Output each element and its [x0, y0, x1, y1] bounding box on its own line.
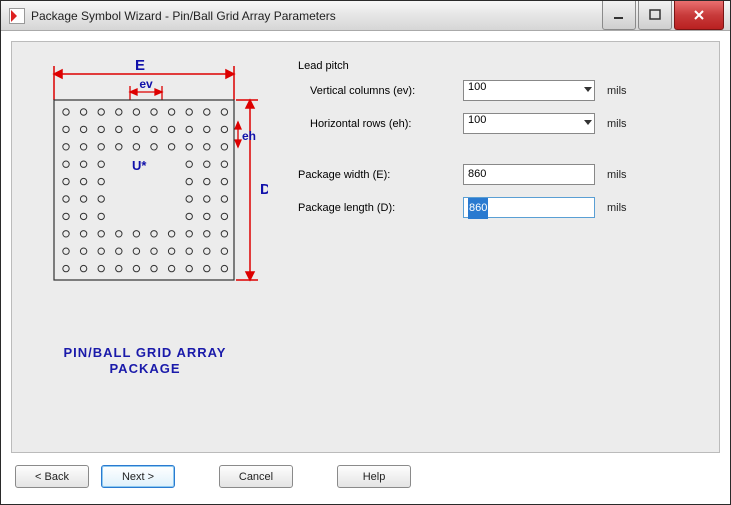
minimize-button[interactable]	[602, 1, 636, 30]
help-button[interactable]: Help	[337, 465, 411, 488]
minimize-icon	[613, 9, 625, 21]
diagram-pane: E ev	[22, 52, 268, 442]
package-length-row: Package length (D): 860 mils	[298, 197, 709, 218]
lead-pitch-group: Lead pitch Vertical columns (ev): 100 mi…	[298, 60, 709, 134]
back-button[interactable]: < Back	[15, 465, 89, 488]
dim-E-label: E	[135, 57, 145, 74]
titlebar: Package Symbol Wizard - Pin/Ball Grid Ar…	[1, 1, 730, 31]
maximize-button[interactable]	[638, 1, 672, 30]
window-title: Package Symbol Wizard - Pin/Ball Grid Ar…	[31, 9, 600, 23]
horizontal-rows-combo[interactable]: 100	[463, 113, 595, 134]
package-width-input[interactable]: 860	[463, 164, 595, 185]
next-button[interactable]: Next >	[101, 465, 175, 488]
dim-ev-label: ev	[139, 77, 153, 91]
dim-eh-label: eh	[242, 129, 256, 143]
client-area: E ev	[1, 31, 730, 504]
dimensions-group: Package width (E): 860 mils Package leng…	[298, 164, 709, 218]
vertical-columns-row: Vertical columns (ev): 100 mils	[298, 80, 709, 101]
package-width-label: Package width (E):	[298, 169, 463, 181]
package-width-row: Package width (E): 860 mils	[298, 164, 709, 185]
form-pane: Lead pitch Vertical columns (ev): 100 mi…	[268, 52, 709, 442]
lead-pitch-label: Lead pitch	[298, 60, 709, 72]
maximize-icon	[649, 9, 661, 21]
horizontal-rows-row: Horizontal rows (eh): 100 mils	[298, 113, 709, 134]
dim-D-label: D	[260, 181, 268, 198]
close-icon	[692, 9, 706, 21]
refdes-label: U*	[132, 158, 147, 173]
cancel-button[interactable]: Cancel	[219, 465, 293, 488]
close-button[interactable]	[674, 1, 724, 30]
package-length-unit: mils	[607, 202, 627, 214]
package-width-unit: mils	[607, 169, 627, 181]
package-length-label: Package length (D):	[298, 202, 463, 214]
package-length-input[interactable]: 860	[463, 197, 595, 218]
vertical-columns-label: Vertical columns (ev):	[298, 85, 463, 97]
window-frame: Package Symbol Wizard - Pin/Ball Grid Ar…	[0, 0, 731, 505]
diagram-caption: PIN/BALL GRID ARRAY PACKAGE	[64, 345, 227, 378]
horizontal-rows-unit: mils	[607, 118, 627, 130]
window-buttons	[600, 1, 730, 30]
package-diagram: E ev	[22, 52, 268, 282]
horizontal-rows-label: Horizontal rows (eh):	[298, 118, 463, 130]
vertical-columns-combo[interactable]: 100	[463, 80, 595, 101]
vertical-columns-unit: mils	[607, 85, 627, 97]
app-icon	[9, 8, 25, 24]
main-panel: E ev	[11, 41, 720, 453]
wizard-buttons: < Back Next > Cancel Help	[11, 453, 720, 494]
